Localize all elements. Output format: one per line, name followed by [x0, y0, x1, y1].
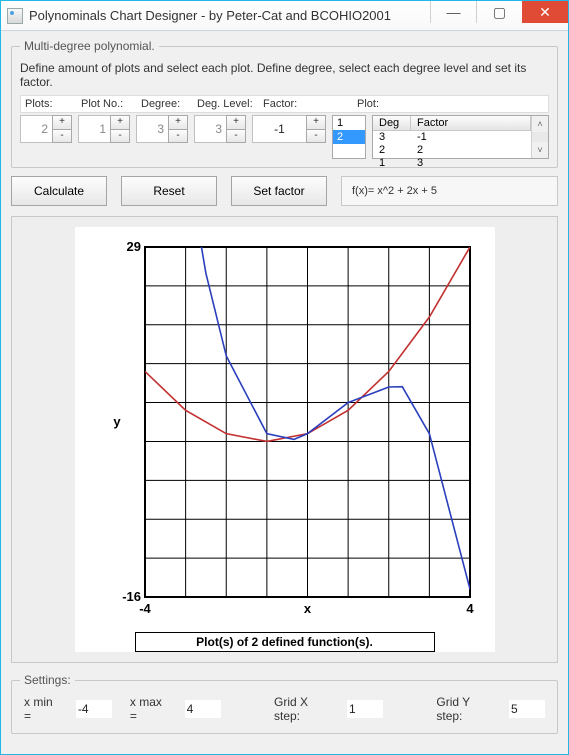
- controls-row: 2 + - 1 + - 3 + -: [20, 115, 549, 159]
- scroll-up-icon[interactable]: ˄: [532, 116, 548, 132]
- control-labels-row: Plots: Plot No.: Degree: Deg. Level: Fac…: [20, 95, 549, 113]
- maximize-button[interactable]: ▢: [476, 1, 522, 23]
- label-degree: Degree:: [141, 98, 197, 110]
- label-factor: Factor:: [263, 98, 357, 110]
- close-button[interactable]: ✕: [522, 1, 568, 23]
- degree-factor-table[interactable]: Deg 3 2 1 Factor -1 2 3 ˄ ˅: [372, 115, 549, 159]
- table-cell: 3: [373, 131, 411, 144]
- degree-minus-button[interactable]: -: [168, 129, 188, 144]
- scroll-track[interactable]: [532, 132, 548, 142]
- polynomial-group: Multi-degree polynomial. Define amount o…: [11, 39, 558, 168]
- deg-level-stepper[interactable]: 3 + -: [194, 115, 246, 143]
- plot-listbox[interactable]: 1 2: [332, 115, 366, 159]
- plot-no-value: 1: [78, 115, 110, 143]
- plot-no-stepper[interactable]: 1 + -: [78, 115, 130, 143]
- scroll-down-icon[interactable]: ˅: [532, 142, 548, 158]
- deg-level-value: 3: [194, 115, 226, 143]
- gridy-input[interactable]: [509, 700, 545, 718]
- svg-text:x: x: [303, 601, 311, 616]
- minimize-button[interactable]: —: [430, 1, 476, 23]
- table-cell: 2: [373, 144, 411, 157]
- titlebar: Polynominals Chart Designer - by Peter-C…: [1, 1, 568, 31]
- svg-text:-4: -4: [139, 601, 151, 616]
- list-item[interactable]: 1: [333, 116, 365, 130]
- table-cell: 1: [373, 157, 411, 170]
- degree-plus-button[interactable]: +: [168, 115, 188, 129]
- formula-display: f(x)= x^2 + 2x + 5: [341, 176, 558, 206]
- deg-level-minus-button[interactable]: -: [226, 129, 246, 144]
- xmax-input[interactable]: [185, 700, 221, 718]
- table-header-deg[interactable]: Deg: [373, 116, 411, 131]
- gridx-input[interactable]: [347, 700, 383, 718]
- svg-text:29: 29: [126, 239, 140, 254]
- chart-caption: Plot(s) of 2 defined function(s).: [135, 632, 435, 652]
- plot-no-plus-button[interactable]: +: [110, 115, 130, 129]
- label-plot: Plot:: [357, 98, 393, 110]
- plot-no-minus-button[interactable]: -: [110, 129, 130, 144]
- xmin-label: x min =: [24, 695, 58, 723]
- table-scrollbar[interactable]: ˄ ˅: [531, 116, 548, 158]
- table-cell: 2: [411, 144, 531, 157]
- table-header-factor[interactable]: Factor: [411, 116, 531, 131]
- xmin-input[interactable]: [76, 700, 112, 718]
- app-icon: [7, 8, 23, 24]
- factor-plus-button[interactable]: +: [306, 115, 326, 129]
- factor-stepper[interactable]: -1 + -: [252, 115, 326, 143]
- set-factor-button[interactable]: Set factor: [231, 176, 327, 206]
- chart-panel: 29 -16-4 4 x y Plot(s) of 2 defined function…: [11, 216, 558, 663]
- settings-group: Settings: x min = x max = Grid X step: G…: [11, 673, 558, 734]
- factor-minus-button[interactable]: -: [306, 129, 326, 144]
- settings-legend: Settings:: [20, 673, 75, 687]
- polynomial-description: Define amount of plots and select each p…: [20, 61, 549, 89]
- chart-svg: 29 -16-4 4 x y: [75, 227, 495, 627]
- window-title: Polynominals Chart Designer - by Peter-C…: [29, 8, 430, 23]
- plots-minus-button[interactable]: -: [52, 129, 72, 144]
- client-area: Multi-degree polynomial. Define amount o…: [1, 31, 568, 754]
- gridx-label: Grid X step:: [274, 695, 329, 723]
- table-cell: -1: [411, 131, 531, 144]
- calculate-button[interactable]: Calculate: [11, 176, 107, 206]
- polynomial-legend: Multi-degree polynomial.: [20, 39, 159, 53]
- label-plots: Plots:: [25, 98, 81, 110]
- gridy-label: Grid Y step:: [436, 695, 491, 723]
- xmax-label: x max =: [130, 695, 167, 723]
- degree-value: 3: [136, 115, 168, 143]
- degree-stepper[interactable]: 3 + -: [136, 115, 188, 143]
- plots-plus-button[interactable]: +: [52, 115, 72, 129]
- label-deg-level: Deg. Level:: [197, 98, 263, 110]
- table-cell: 3: [411, 157, 531, 170]
- plots-stepper[interactable]: 2 + -: [20, 115, 72, 143]
- svg-text:y: y: [113, 414, 121, 429]
- factor-value: -1: [252, 115, 306, 143]
- svg-text:-16: -16: [122, 589, 141, 604]
- label-plot-no: Plot No.:: [81, 98, 141, 110]
- plots-value: 2: [20, 115, 52, 143]
- deg-level-plus-button[interactable]: +: [226, 115, 246, 129]
- svg-text:4: 4: [466, 601, 474, 616]
- chart-area: 29 -16-4 4 x y Plot(s) of 2 defined function…: [75, 227, 495, 652]
- buttons-row: Calculate Reset Set factor f(x)= x^2 + 2…: [11, 176, 558, 206]
- list-item[interactable]: 2: [333, 130, 365, 144]
- reset-button[interactable]: Reset: [121, 176, 217, 206]
